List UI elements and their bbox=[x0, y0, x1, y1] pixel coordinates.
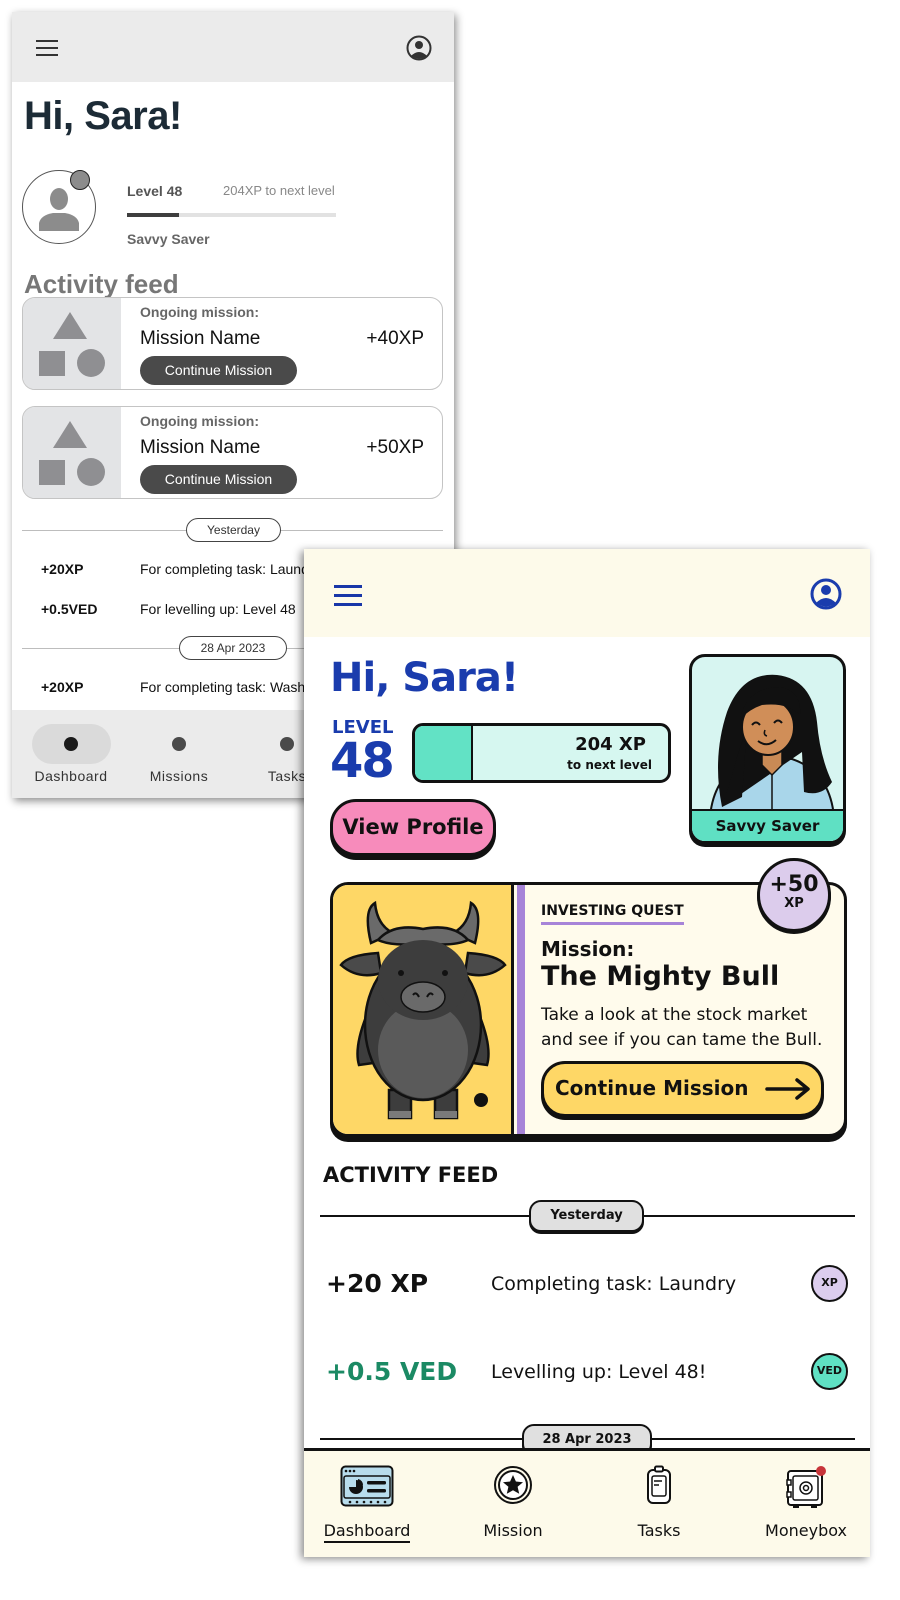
feed-amount: +20XP bbox=[41, 679, 84, 695]
nav-label: Dashboard bbox=[34, 768, 108, 784]
tasks-icon bbox=[280, 737, 294, 751]
mission-xp-badge: +50 XP bbox=[757, 858, 831, 932]
xp-badge-unit: XP bbox=[784, 896, 804, 911]
missions-icon bbox=[172, 737, 186, 751]
feed-amount: +20 XP bbox=[326, 1269, 429, 1298]
mission-subtitle: Ongoing mission: bbox=[140, 413, 259, 429]
feed-description: For completing task: Washing bbox=[140, 679, 324, 695]
nav-item-moneybox[interactable]: Moneybox bbox=[746, 1451, 866, 1557]
mission-image-placeholder bbox=[23, 407, 121, 498]
mission-name: Mission Name bbox=[140, 437, 261, 458]
greeting: Hi, Sara! bbox=[24, 94, 182, 138]
girl-avatar-illustration bbox=[708, 674, 836, 817]
mission-accent-stripe bbox=[517, 885, 525, 1134]
design-screen: Hi, Sara! LEVEL 48 204 XP to next level … bbox=[304, 549, 870, 1557]
bottom-nav: Dashboard Mission Tasks Moneybox bbox=[304, 1448, 870, 1557]
mission-name: The Mighty Bull bbox=[541, 961, 780, 992]
mission-image bbox=[333, 885, 514, 1134]
mission-xp: +40XP bbox=[366, 328, 424, 349]
level-progress-bar bbox=[127, 213, 336, 217]
user-circle-icon[interactable] bbox=[810, 578, 842, 610]
person-silhouette-icon bbox=[39, 188, 79, 231]
continue-mission-button[interactable]: Continue Mission bbox=[140, 356, 297, 385]
continue-mission-label: Continue Mission bbox=[555, 1076, 749, 1100]
avatar-status-dot bbox=[70, 170, 90, 190]
feed-description: For completing task: Laundry bbox=[140, 561, 321, 577]
quest-category: INVESTING QUEST bbox=[541, 903, 684, 925]
xp-to-next-sub: to next level bbox=[567, 758, 652, 772]
nav-item-tasks[interactable]: Tasks bbox=[599, 1451, 719, 1557]
xp-to-next-level: 204XP to next level bbox=[223, 183, 335, 198]
notification-dot bbox=[816, 1466, 826, 1476]
mission-label: Mission: bbox=[541, 937, 635, 961]
feed-description: For levelling up: Level 48 bbox=[140, 601, 296, 617]
nav-label: Tasks bbox=[637, 1521, 681, 1540]
star-medal-icon bbox=[494, 1466, 532, 1504]
nav-label: Dashboard bbox=[307, 1521, 427, 1543]
nav-label: Mission bbox=[483, 1521, 543, 1540]
greeting: Hi, Sara! bbox=[330, 655, 519, 701]
date-pill: Yesterday bbox=[529, 1200, 644, 1232]
feed-amount: +20XP bbox=[41, 561, 84, 577]
shapes-placeholder-icon bbox=[39, 421, 105, 486]
nav-item-mission[interactable]: Mission bbox=[453, 1451, 573, 1557]
mission-name: Mission Name bbox=[140, 328, 261, 349]
level-progress-bar: 204 XP to next level bbox=[412, 723, 671, 783]
continue-mission-button[interactable]: Continue Mission bbox=[140, 465, 297, 494]
shapes-placeholder-icon bbox=[39, 312, 105, 377]
feed-amount: +0.5 VED bbox=[326, 1357, 458, 1386]
nav-item-dashboard[interactable]: Dashboard bbox=[21, 710, 121, 798]
nav-item-missions[interactable]: Missions bbox=[129, 710, 229, 798]
avatar-card[interactable]: Savvy Saver bbox=[689, 654, 846, 844]
wireframe-header bbox=[12, 12, 454, 82]
mission-subtitle: Ongoing mission: bbox=[140, 304, 259, 320]
continue-mission-button[interactable]: Continue Mission bbox=[541, 1061, 824, 1117]
nav-label: Missions bbox=[149, 768, 209, 784]
hamburger-menu-icon[interactable] bbox=[36, 40, 58, 56]
dashboard-icon bbox=[340, 1465, 394, 1507]
mission-xp: +50XP bbox=[366, 437, 424, 458]
arrow-right-icon bbox=[765, 1078, 810, 1100]
level-label: Level 48 bbox=[127, 183, 183, 199]
view-profile-button[interactable]: View Profile bbox=[330, 799, 496, 856]
activity-feed-title: Activity feed bbox=[24, 269, 179, 299]
date-pill: 28 Apr 2023 bbox=[179, 636, 287, 660]
date-pill: Yesterday bbox=[186, 518, 281, 542]
feed-amount: +0.5VED bbox=[41, 601, 98, 617]
rank-label: Savvy Saver bbox=[127, 231, 210, 247]
design-header bbox=[304, 549, 870, 637]
user-circle-icon[interactable] bbox=[406, 35, 432, 61]
mission-description: Take a look at the stock market and see … bbox=[541, 1005, 823, 1050]
clipboard-icon bbox=[647, 1465, 671, 1504]
dashboard-icon bbox=[64, 737, 78, 751]
mission-card[interactable]: Ongoing mission: Mission Name +50XP Cont… bbox=[22, 406, 443, 499]
xp-badge-icon: XP bbox=[811, 1265, 848, 1302]
xp-badge-amount: +50 bbox=[769, 872, 819, 897]
activity-feed-title: ACTIVITY FEED bbox=[323, 1163, 499, 1187]
hamburger-menu-icon[interactable] bbox=[334, 585, 362, 612]
level-progress-fill bbox=[127, 213, 180, 217]
level-progress-fill bbox=[415, 726, 474, 780]
level-number: 48 bbox=[330, 733, 395, 789]
ved-badge-icon: VED bbox=[811, 1353, 848, 1390]
nav-label: Moneybox bbox=[765, 1521, 847, 1540]
mission-image-placeholder bbox=[23, 298, 121, 389]
bull-illustration bbox=[339, 900, 507, 1120]
feed-description: Completing task: Laundry bbox=[491, 1273, 737, 1295]
rank-label: Savvy Saver bbox=[692, 809, 843, 841]
safe-icon bbox=[786, 1466, 826, 1508]
xp-to-next: 204 XP bbox=[575, 734, 646, 755]
nav-item-dashboard[interactable]: Dashboard bbox=[307, 1451, 427, 1557]
mission-card[interactable]: Ongoing mission: Mission Name +40XP Cont… bbox=[22, 297, 443, 390]
feed-description: Levelling up: Level 48! bbox=[491, 1361, 707, 1383]
